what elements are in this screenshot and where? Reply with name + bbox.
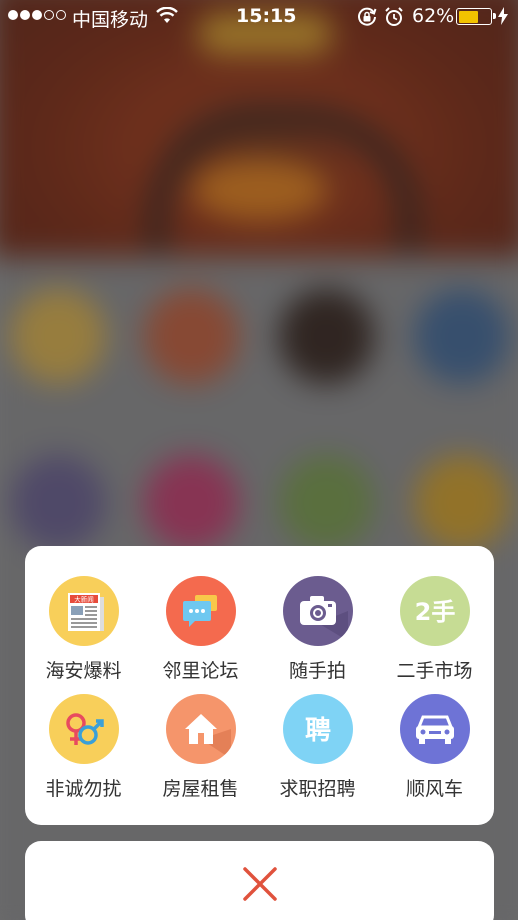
menu-item-jobs[interactable]: 聘 求职招聘 bbox=[259, 694, 376, 801]
alarm-icon bbox=[384, 6, 404, 33]
chat-bubbles-icon bbox=[165, 576, 236, 646]
menu-item-second-hand[interactable]: 2手 二手市场 bbox=[376, 576, 493, 683]
car-icon bbox=[399, 694, 470, 764]
carrier-name: 中国移动 bbox=[72, 9, 149, 31]
second-hand-icon: 2手 bbox=[399, 576, 470, 646]
rotation-lock-icon bbox=[356, 6, 378, 33]
battery-percent: 62% bbox=[412, 5, 455, 27]
second-hand-icon-text: 2手 bbox=[414, 598, 455, 626]
screen: 中国移动 15:15 62% 大新闻 海安爆料 邻里论坛 随手拍 2手 二手市场… bbox=[0, 0, 518, 920]
menu-item-label: 房屋租售 bbox=[162, 778, 239, 800]
cancel-panel bbox=[25, 841, 494, 920]
clock-time: 15:15 bbox=[236, 5, 297, 27]
menu-item-label: 二手市场 bbox=[396, 660, 473, 682]
menu-item-dating[interactable]: 非诚勿扰 bbox=[25, 694, 142, 801]
menu-item-snapshot[interactable]: 随手拍 bbox=[259, 576, 376, 683]
house-icon bbox=[165, 694, 236, 764]
battery-icon bbox=[456, 8, 496, 25]
hire-icon-text: 聘 bbox=[304, 716, 330, 746]
menu-item-label: 求职招聘 bbox=[279, 778, 356, 800]
menu-item-forum[interactable]: 邻里论坛 bbox=[142, 576, 259, 683]
share-menu-panel: 大新闻 海安爆料 邻里论坛 随手拍 2手 二手市场 非诚勿扰 房屋租售 聘 求职… bbox=[25, 546, 494, 825]
camera-icon bbox=[282, 576, 353, 646]
newspaper-icon: 大新闻 bbox=[48, 576, 119, 646]
menu-item-label: 非诚勿扰 bbox=[45, 778, 122, 800]
wifi-icon bbox=[156, 6, 178, 30]
close-button[interactable] bbox=[235, 859, 285, 909]
menu-item-haian-news[interactable]: 大新闻 海安爆料 bbox=[25, 576, 142, 683]
signal-strength-icon bbox=[8, 10, 66, 20]
gender-symbols-icon bbox=[48, 694, 119, 764]
status-bar: 中国移动 15:15 62% bbox=[0, 0, 518, 34]
menu-item-label: 海安爆料 bbox=[45, 660, 122, 682]
menu-item-carpool[interactable]: 顺风车 bbox=[376, 694, 493, 801]
hire-icon: 聘 bbox=[282, 694, 353, 764]
menu-item-housing[interactable]: 房屋租售 bbox=[142, 694, 259, 801]
charging-bolt-icon bbox=[498, 7, 508, 30]
close-icon bbox=[243, 867, 277, 901]
menu-item-label: 邻里论坛 bbox=[162, 660, 239, 682]
menu-item-label: 顺风车 bbox=[405, 778, 463, 800]
newspaper-icon-text: 大新闻 bbox=[74, 595, 94, 604]
menu-item-label: 随手拍 bbox=[288, 660, 346, 682]
